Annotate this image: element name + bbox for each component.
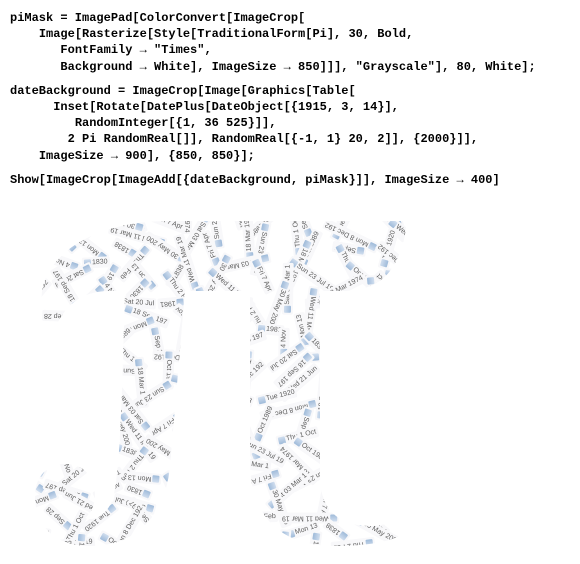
- date-chip: Tue 1920: [180, 524, 214, 545]
- date-chip: 18 Mar 1974: [20, 521, 52, 540]
- date-chip: Sep 28: [42, 310, 77, 323]
- code-block-3: Show[ImageCrop[ImageAdd[{dateBackground,…: [10, 172, 570, 188]
- date-chip: 1830: [32, 228, 61, 243]
- pi-composite: Wed 11 Mar 19Sat 03 Mar 118 Mar 1974Thu …: [20, 196, 420, 546]
- code-block-2: dateBackground = ImageCrop[Image[Graphic…: [10, 83, 570, 164]
- output-image: Wed 11 Mar 19Sat 03 Mar 118 Mar 1974Thu …: [20, 196, 570, 546]
- date-background: Wed 11 Mar 19Sat 03 Mar 118 Mar 1974Thu …: [20, 196, 420, 546]
- date-chip: Oct 1989: [251, 403, 277, 445]
- date-chip: 1838: [326, 314, 348, 344]
- code-block-1: piMask = ImagePad[ColorConvert[ImageCrop…: [10, 10, 570, 75]
